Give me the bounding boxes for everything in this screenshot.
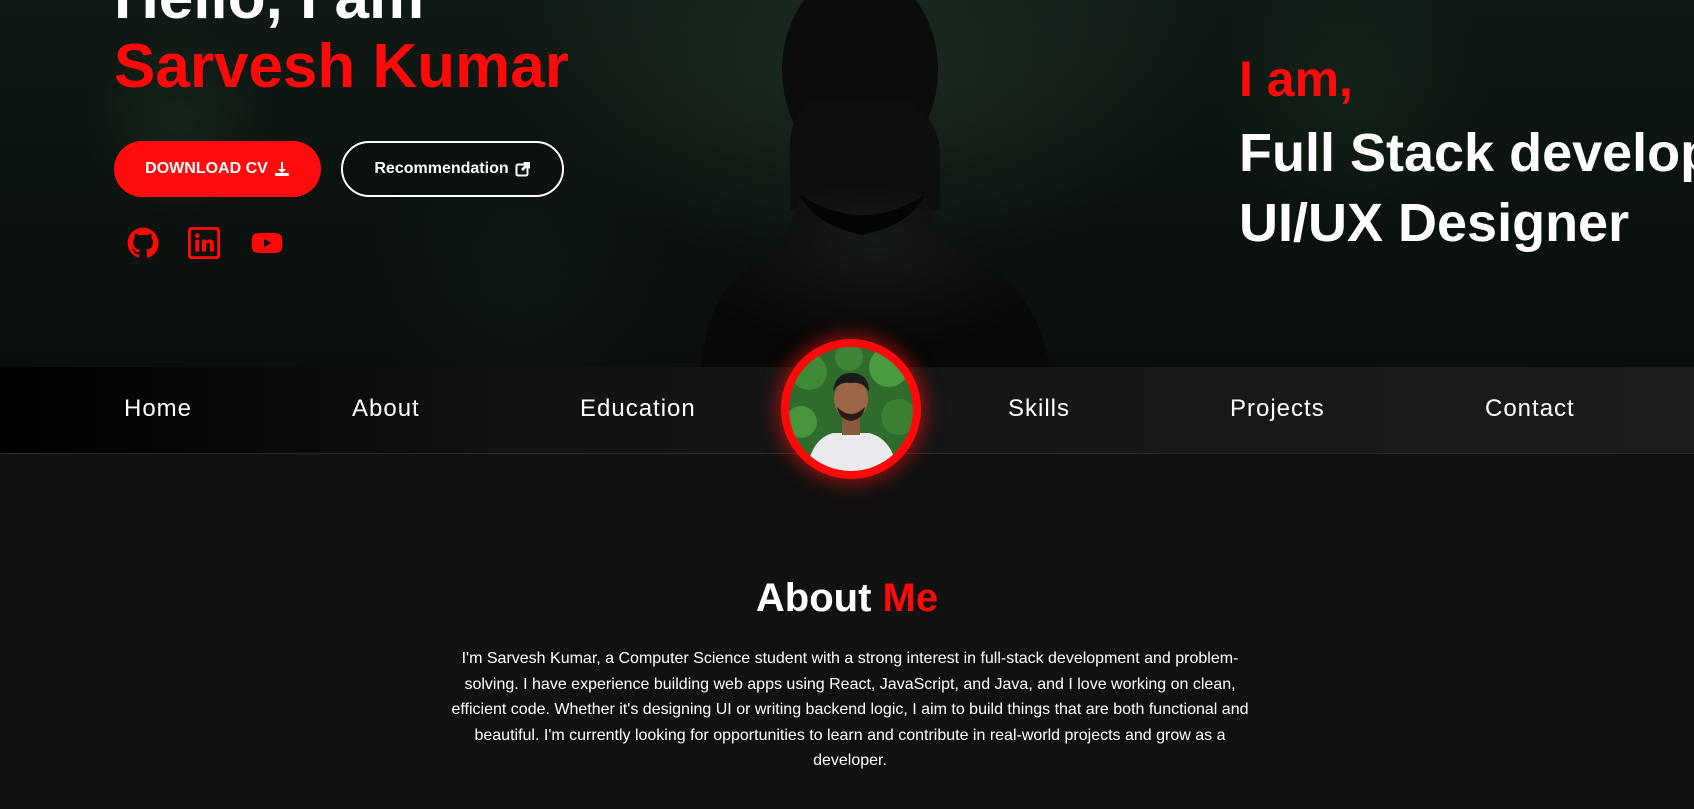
name-heading: Sarvesh Kumar	[114, 32, 569, 101]
role-text: UI/UX Designer	[1239, 193, 1630, 253]
about-heading-accent: Me	[882, 576, 939, 621]
nav-item-contact[interactable]: Contact	[1485, 397, 1575, 421]
role-text: Full Stack developer	[1239, 123, 1694, 183]
github-icon[interactable]	[127, 227, 159, 259]
recommendation-label: Recommendation	[374, 160, 509, 177]
nav-item-about[interactable]: About	[352, 397, 420, 421]
nav-item-home[interactable]: Home	[124, 397, 192, 421]
greeting-heading: Hello, I am	[114, 0, 424, 29]
avatar-photo	[789, 347, 913, 471]
download-cv-label: DOWNLOAD CV	[145, 160, 268, 177]
about-heading-main: About	[755, 576, 872, 621]
nav-item-skills[interactable]: Skills	[1008, 397, 1070, 421]
profile-avatar	[781, 339, 921, 479]
nav-item-projects[interactable]: Projects	[1230, 397, 1325, 421]
recommendation-button[interactable]: Recommendation	[341, 141, 564, 197]
hero-person-silhouette	[700, 0, 1050, 367]
linkedin-icon[interactable]	[187, 226, 221, 260]
i-am-label: I am,	[1239, 51, 1353, 107]
youtube-icon[interactable]	[251, 227, 283, 259]
nav-item-education[interactable]: Education	[580, 397, 696, 421]
about-heading: About Me	[0, 578, 1694, 618]
portfolio-page: Hello, I am Sarvesh Kumar DOWNLOAD CV Re…	[0, 0, 1694, 809]
download-cv-button[interactable]: DOWNLOAD CV	[114, 141, 321, 197]
about-paragraph: I'm Sarvesh Kumar, a Computer Science st…	[451, 650, 1249, 770]
download-icon	[274, 162, 289, 176]
external-link-icon	[515, 162, 530, 177]
hero-section: Hello, I am Sarvesh Kumar DOWNLOAD CV Re…	[0, 0, 1694, 367]
